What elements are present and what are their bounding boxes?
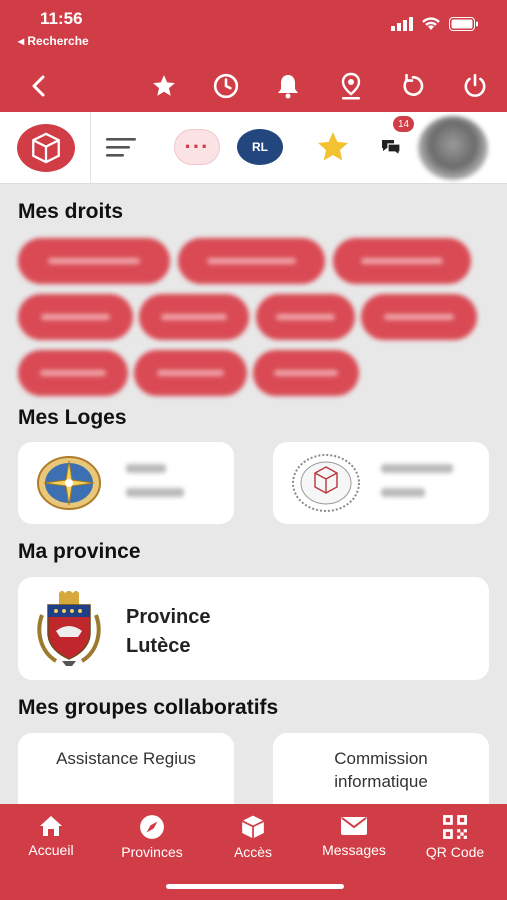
group-name-line2: informatique xyxy=(334,772,428,791)
user-avatar[interactable] xyxy=(418,116,488,180)
more-options-button[interactable]: ··· xyxy=(174,129,220,165)
loge-name-blurred xyxy=(381,464,453,473)
power-icon xyxy=(464,73,486,97)
loge-card[interactable] xyxy=(273,442,489,524)
bell-icon xyxy=(278,75,298,99)
notifications-button[interactable] xyxy=(270,68,306,104)
regius-seal-icon xyxy=(292,454,360,512)
loge-emblem-icon xyxy=(37,456,101,510)
hamburger-menu-icon xyxy=(106,138,136,157)
cube-icon xyxy=(241,815,265,839)
right-chip[interactable] xyxy=(18,238,170,284)
right-chip[interactable] xyxy=(253,350,359,396)
history-button[interactable] xyxy=(208,68,244,104)
header-favorite-button[interactable] xyxy=(314,129,352,170)
tab-label: Accueil xyxy=(28,842,74,858)
envelope-icon xyxy=(341,817,367,835)
chat-button[interactable] xyxy=(380,136,402,161)
tab-accueil[interactable]: Accueil xyxy=(1,814,101,858)
tab-acces[interactable]: Accès xyxy=(203,814,303,860)
home-icon xyxy=(40,816,62,836)
location-pin-icon xyxy=(341,72,361,100)
right-chip[interactable] xyxy=(178,238,325,284)
wifi-icon xyxy=(422,17,440,30)
section-title-province: Ma province xyxy=(18,540,141,563)
refresh-button[interactable] xyxy=(395,68,431,104)
header-divider xyxy=(90,112,91,184)
back-button[interactable] xyxy=(20,68,56,104)
favorites-button[interactable] xyxy=(146,68,182,104)
status-icons xyxy=(391,17,479,31)
qr-code-icon xyxy=(443,815,467,839)
tab-label: Accès xyxy=(233,844,273,860)
group-name-line1: Commission xyxy=(334,749,428,768)
location-button[interactable] xyxy=(333,68,369,104)
signal-icon xyxy=(391,17,413,31)
tab-label: QR Code xyxy=(425,844,485,860)
province-coat-of-arms-icon xyxy=(37,591,101,666)
menu-button[interactable] xyxy=(106,136,136,165)
chat-bubbles-icon xyxy=(382,140,401,157)
right-chip[interactable] xyxy=(18,294,133,340)
loge-card[interactable] xyxy=(18,442,234,524)
star-icon xyxy=(153,75,175,96)
status-time: 11:56 xyxy=(40,9,83,28)
section-title-groupes: Mes groupes collaboratifs xyxy=(18,696,279,719)
battery-icon xyxy=(449,17,478,31)
compass-icon xyxy=(140,815,164,839)
tab-label: Messages xyxy=(322,842,386,858)
loge-name-blurred xyxy=(126,464,166,473)
rl-button[interactable]: RL xyxy=(237,129,283,165)
group-name: Assistance Regius xyxy=(56,749,196,768)
home-indicator[interactable] xyxy=(166,884,344,889)
star-filled-icon xyxy=(318,132,348,161)
clock-icon xyxy=(213,73,239,99)
loge-number-blurred xyxy=(126,488,184,497)
status-bar: 11:56 ◂ Recherche xyxy=(0,0,507,60)
province-name-line2: Lutèce xyxy=(126,635,191,657)
back-arrow-icon xyxy=(32,75,45,97)
back-to-search-link[interactable]: ◂ Recherche xyxy=(18,34,89,48)
tab-label: Provinces xyxy=(121,844,183,860)
tab-qr-code[interactable]: QR Code xyxy=(405,814,505,860)
right-chip[interactable] xyxy=(134,350,247,396)
section-title-droits: Mes droits xyxy=(18,200,124,223)
app-logo[interactable] xyxy=(17,124,75,172)
province-card[interactable]: Province Lutèce xyxy=(18,577,489,680)
secondary-header: ··· RL 14 xyxy=(0,112,507,184)
refresh-icon xyxy=(403,73,424,96)
tab-messages[interactable]: Messages xyxy=(304,814,404,858)
notification-count-badge: 14 xyxy=(393,116,414,132)
right-chip[interactable] xyxy=(139,294,249,340)
cube-logo-icon xyxy=(32,132,60,164)
right-chip[interactable] xyxy=(361,294,477,340)
province-name-line1: Province xyxy=(126,606,211,628)
right-chip[interactable] xyxy=(18,350,128,396)
logout-button[interactable] xyxy=(457,68,493,104)
tab-provinces[interactable]: Provinces xyxy=(102,814,202,860)
right-chip[interactable] xyxy=(256,294,355,340)
top-toolbar xyxy=(0,60,507,112)
loge-number-blurred xyxy=(381,488,425,497)
right-chip[interactable] xyxy=(333,238,471,284)
section-title-loges: Mes Loges xyxy=(18,406,127,429)
